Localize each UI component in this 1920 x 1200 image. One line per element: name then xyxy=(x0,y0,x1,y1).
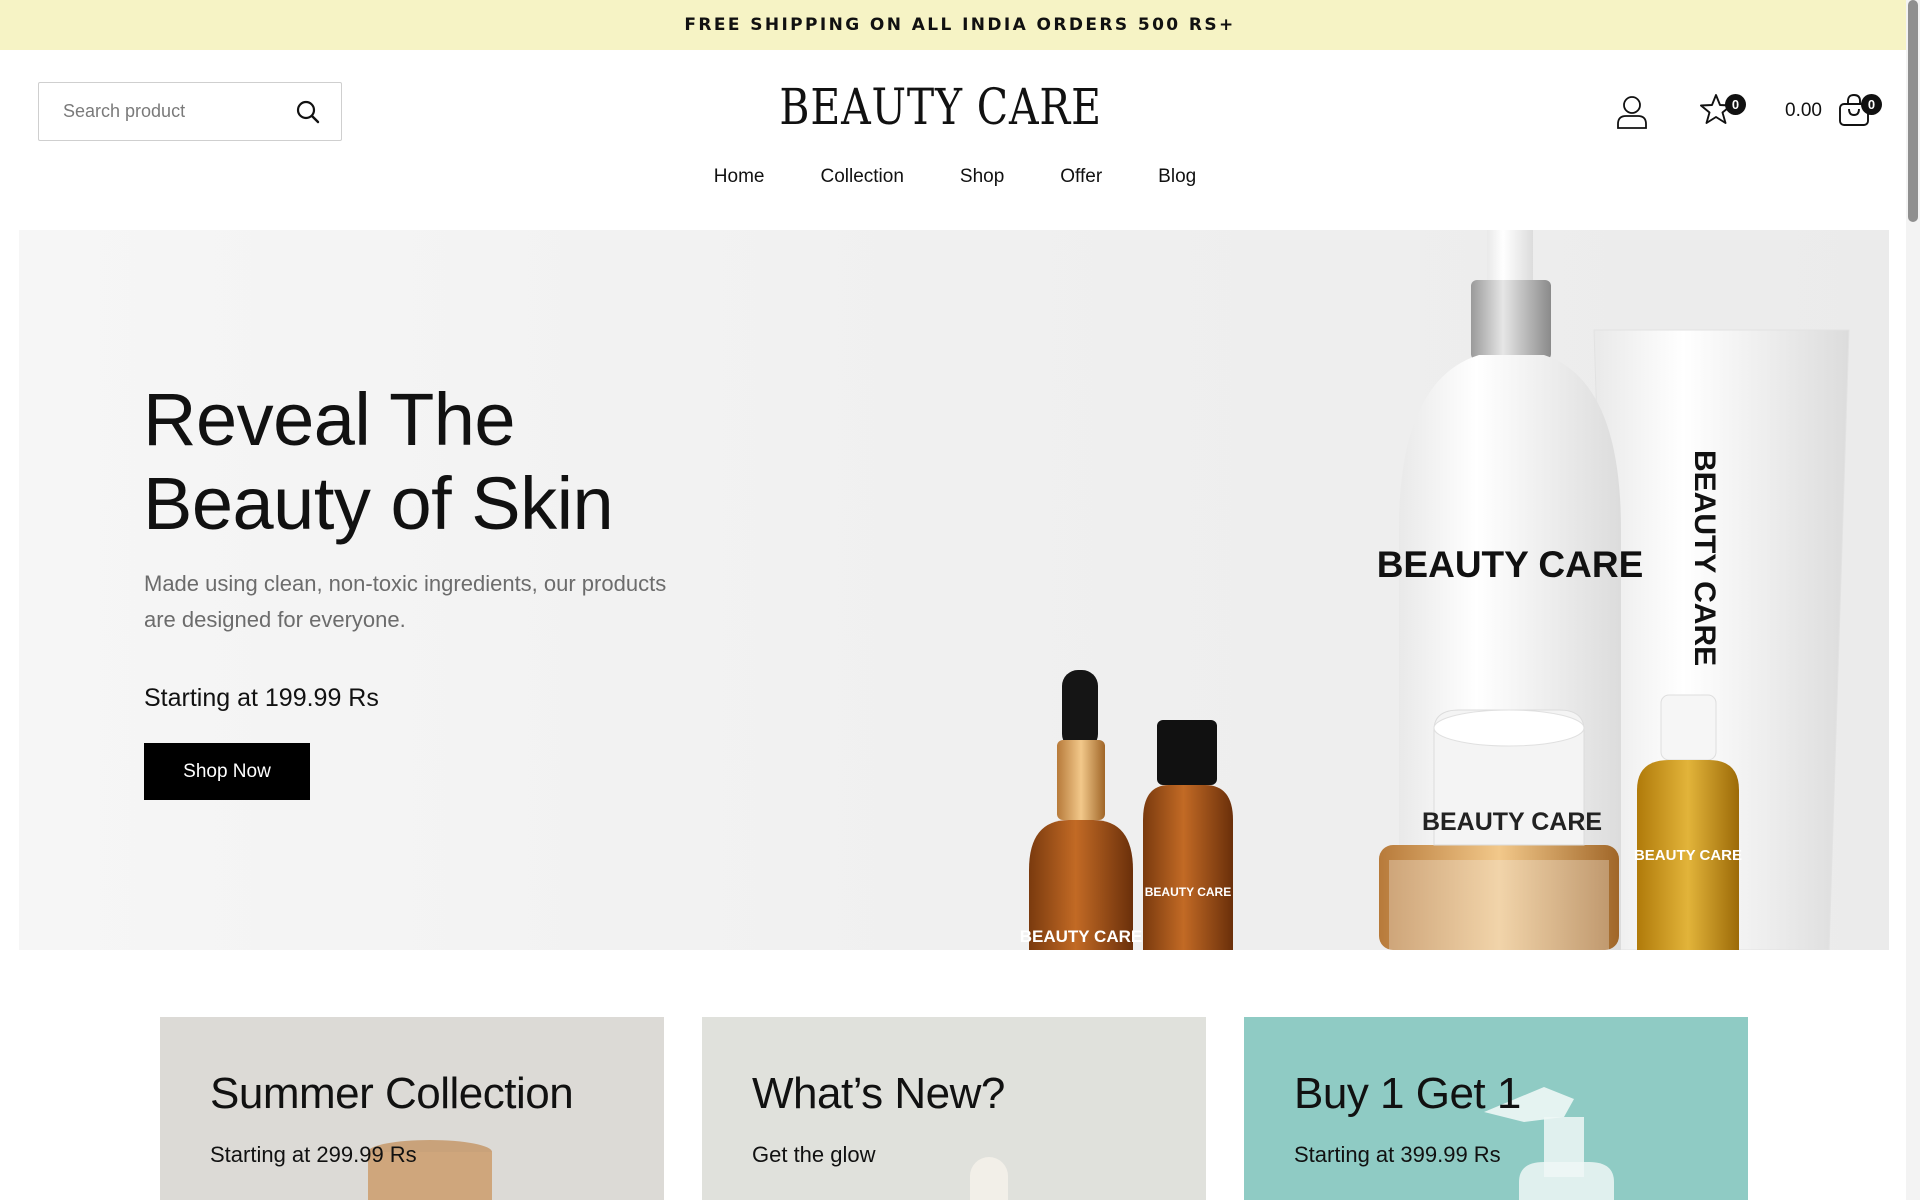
small-bottle-label: BEAUTY CARE xyxy=(1145,885,1231,899)
hero-title-line2: Beauty of Skin xyxy=(143,462,614,545)
announcement-text: FREE SHIPPING ON ALL INDIA ORDERS 500 RS… xyxy=(684,15,1236,35)
shop-now-button[interactable]: Shop Now xyxy=(144,743,310,800)
scrollbar-thumb[interactable] xyxy=(1908,0,1918,222)
jar-label: BEAUTY CARE xyxy=(1422,808,1602,836)
promo-subtitle: Starting at 299.99 Rs xyxy=(210,1142,417,1167)
main-nav: Home Collection Shop Offer Blog xyxy=(0,166,1910,188)
hero-product-image: BEAUTY CARE BEAUTY CARE BEAUTY CARE BEAU… xyxy=(1020,230,1850,950)
oil-bottle-label: BEAUTY CARE xyxy=(1634,847,1742,864)
promo-subtitle: Starting at 399.99 Rs xyxy=(1294,1142,1501,1167)
promo-subtitle: Get the glow xyxy=(752,1142,876,1167)
announcement-bar: FREE SHIPPING ON ALL INDIA ORDERS 500 RS… xyxy=(0,0,1920,50)
cart-count-badge: 0 xyxy=(1861,94,1882,115)
nav-item-shop[interactable]: Shop xyxy=(960,166,1004,188)
tube-label: BEAUTY CARE xyxy=(1688,450,1721,666)
wishlist-count-badge: 0 xyxy=(1725,94,1746,115)
hero-title: Reveal The Beauty of Skin xyxy=(143,378,614,546)
promo-title: What’s New? xyxy=(752,1069,1005,1118)
hero-banner: Reveal The Beauty of Skin Made using cle… xyxy=(19,230,1889,950)
promo-card-summer[interactable]: Summer Collection Starting at 299.99 Rs xyxy=(160,1017,664,1200)
cart-total[interactable]: 0.00 xyxy=(1785,100,1822,122)
promo-title: Buy 1 Get 1 xyxy=(1294,1069,1521,1118)
hero-subtitle: Made using clean, non-toxic ingredients,… xyxy=(144,571,667,632)
dropper-label: BEAUTY CARE xyxy=(1020,927,1142,946)
promo-card-bogo[interactable]: Buy 1 Get 1 Starting at 399.99 Rs xyxy=(1244,1017,1748,1200)
promo-card-whats-new[interactable]: What’s New? Get the glow xyxy=(702,1017,1206,1200)
promo-title: Summer Collection xyxy=(210,1069,574,1118)
nav-item-home[interactable]: Home xyxy=(714,166,765,188)
hero-price: Starting at 199.99 Rs xyxy=(144,684,379,712)
bottle-label: BEAUTY CARE xyxy=(1377,544,1644,585)
logo-text[interactable]: BEAUTY CARE xyxy=(780,78,1102,136)
hero-title-line1: Reveal The xyxy=(143,378,516,461)
nav-item-blog[interactable]: Blog xyxy=(1158,166,1196,188)
nav-item-collection[interactable]: Collection xyxy=(820,166,903,188)
user-icon[interactable] xyxy=(1615,94,1649,130)
nav-item-offer[interactable]: Offer xyxy=(1060,166,1102,188)
logo[interactable]: BEAUTY CARE xyxy=(0,78,1882,136)
